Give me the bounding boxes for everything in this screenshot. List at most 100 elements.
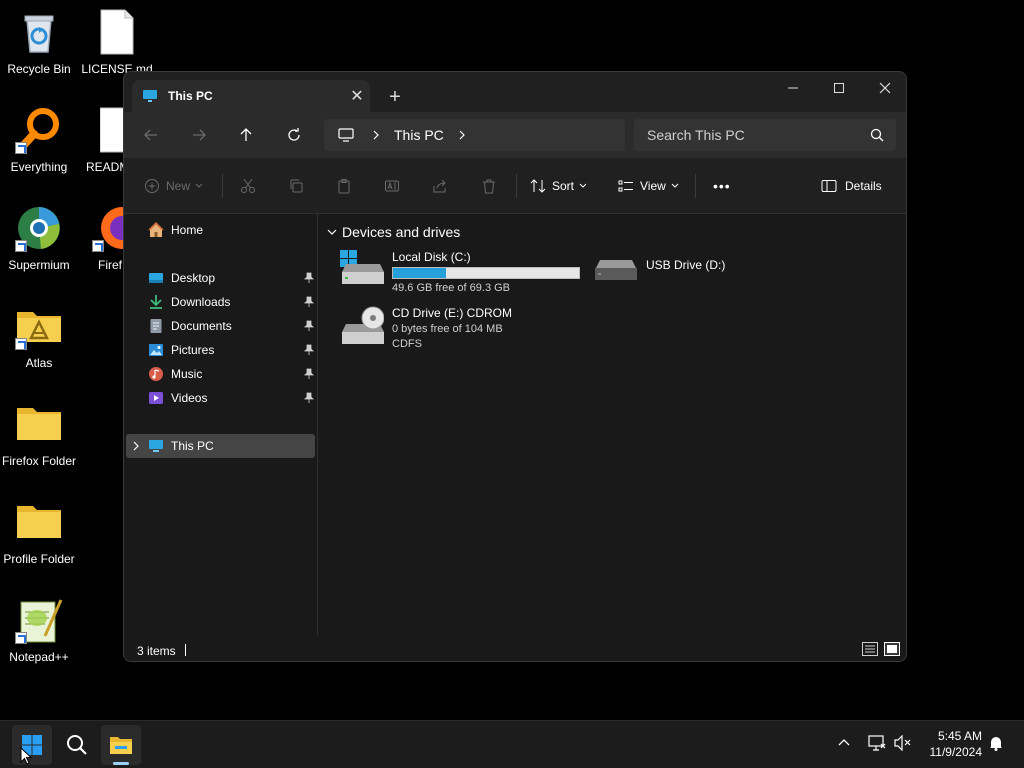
- minimize-button[interactable]: [770, 72, 816, 104]
- usb-drive-icon: [594, 256, 638, 286]
- tab-this-pc[interactable]: This PC ✕: [132, 80, 370, 112]
- navigation-bar: This PC: [124, 112, 906, 158]
- drive-item-usb-d[interactable]: USB Drive (D:): [594, 256, 725, 286]
- close-tab-button[interactable]: ✕: [344, 83, 370, 109]
- monitor-icon: [338, 128, 354, 142]
- share-button[interactable]: [432, 172, 448, 200]
- shortcut-arrow-icon: [15, 142, 27, 154]
- refresh-button[interactable]: [278, 120, 310, 150]
- maximize-button[interactable]: [816, 72, 862, 104]
- notification-bell-icon[interactable]: [988, 735, 1004, 751]
- address-bar[interactable]: This PC: [324, 119, 625, 151]
- chevron-down-icon: [671, 183, 679, 189]
- search-button[interactable]: [57, 725, 97, 765]
- status-divider: [185, 644, 186, 656]
- sidebar-item-label: This PC: [171, 439, 214, 453]
- running-indicator: [113, 762, 129, 765]
- desktop-icon-atlas[interactable]: Atlas: [0, 302, 79, 370]
- desktop-icon-everything[interactable]: Everything: [0, 106, 79, 174]
- recycle-bin-icon: [15, 8, 63, 56]
- shortcut-arrow-icon: [15, 240, 27, 252]
- monitor-icon: [142, 88, 158, 104]
- copy-icon: [288, 178, 304, 194]
- sidebar-item-music[interactable]: Music: [124, 362, 318, 386]
- drive-item-cd-e[interactable]: CD Drive (E:) CDROM 0 bytes free of 104 …: [340, 306, 512, 350]
- desktop-icon-supermium[interactable]: Supermium: [0, 204, 79, 272]
- supermium-browser-icon: [15, 204, 63, 252]
- sidebar-item-desktop[interactable]: Desktop: [124, 266, 318, 290]
- pin-icon: [304, 368, 314, 380]
- view-button[interactable]: View: [618, 172, 679, 200]
- close-window-button[interactable]: [862, 72, 906, 104]
- file-explorer-taskbar-button[interactable]: [101, 725, 141, 765]
- sidebar-item-pictures[interactable]: Pictures: [124, 338, 318, 362]
- drive-item-local-disk-c[interactable]: Local Disk (C:) 49.6 GB free of 69.3 GB: [340, 250, 580, 294]
- sidebar-item-this-pc[interactable]: This PC: [126, 434, 315, 458]
- details-pane-button[interactable]: Details: [821, 172, 882, 200]
- sidebar-item-downloads[interactable]: Downloads: [124, 290, 318, 314]
- delete-button[interactable]: [481, 172, 497, 200]
- documents-icon: [148, 318, 164, 334]
- back-button[interactable]: [135, 120, 167, 150]
- new-tab-button[interactable]: +: [382, 84, 408, 110]
- paste-button[interactable]: [336, 172, 352, 200]
- chevron-down-icon: [327, 228, 337, 236]
- clock[interactable]: 5:45 AM 11/9/2024: [930, 728, 983, 760]
- cd-drive-icon: [340, 306, 384, 350]
- copy-button[interactable]: [288, 172, 304, 200]
- large-icons-view-button[interactable]: [884, 642, 900, 656]
- desktop-icon-recycle-bin[interactable]: Recycle Bin: [0, 8, 79, 76]
- sort-button-label: Sort: [552, 179, 575, 193]
- tab-title: This PC: [168, 89, 213, 103]
- sidebar-item-label: Downloads: [171, 295, 231, 309]
- chevron-right-icon[interactable]: [372, 130, 380, 140]
- share-icon: [432, 178, 448, 194]
- view-button-label: View: [640, 179, 666, 193]
- sidebar-item-home[interactable]: Home: [124, 218, 318, 242]
- sidebar-item-videos[interactable]: Videos: [124, 386, 318, 410]
- desktop-icon-label: Recycle Bin: [7, 62, 71, 76]
- chevron-right-icon[interactable]: [458, 130, 466, 140]
- windows-drive-icon: [340, 250, 384, 294]
- more-options-button[interactable]: •••: [713, 172, 731, 200]
- new-button[interactable]: New: [144, 172, 203, 200]
- details-view-button[interactable]: [862, 642, 878, 656]
- navigation-pane: Home Desktop Downloads Documents Picture…: [124, 214, 318, 636]
- network-icon[interactable]: [868, 735, 886, 751]
- pin-icon: [304, 272, 314, 284]
- toolbar-divider: [222, 174, 223, 198]
- volume-muted-icon[interactable]: [894, 735, 912, 751]
- pin-icon: [304, 392, 314, 404]
- forward-button[interactable]: [183, 120, 215, 150]
- toolbar-divider: [516, 174, 517, 198]
- desktop-icon-license[interactable]: LICENSE.md: [77, 8, 157, 76]
- scissors-icon: [240, 178, 256, 194]
- content-area: Devices and drives Local Disk (C:) 49.6 …: [319, 214, 906, 636]
- drive-usage-fill: [393, 268, 446, 278]
- music-icon: [148, 366, 164, 382]
- desktop-icon-notepadpp[interactable]: Notepad++: [0, 596, 79, 664]
- group-header-devices[interactable]: Devices and drives: [327, 224, 460, 240]
- search-input[interactable]: [647, 127, 857, 143]
- sidebar-item-documents[interactable]: Documents: [124, 314, 318, 338]
- details-pane-icon: [821, 179, 837, 193]
- videos-icon: [148, 390, 164, 406]
- drive-name: CD Drive (E:) CDROM: [392, 306, 512, 320]
- up-button[interactable]: [230, 120, 262, 150]
- plus-circle-icon: [144, 178, 160, 194]
- cut-button[interactable]: [240, 172, 256, 200]
- desktop-icon-profile-folder[interactable]: Profile Folder: [0, 498, 79, 566]
- status-bar: 3 items: [124, 636, 906, 661]
- show-hidden-icons-button[interactable]: [837, 735, 851, 749]
- pin-icon: [304, 320, 314, 332]
- rename-button[interactable]: [384, 172, 400, 200]
- sort-button[interactable]: Sort: [530, 172, 587, 200]
- taskbar: 5:45 AM 11/9/2024: [0, 720, 1024, 768]
- search-box[interactable]: [634, 119, 896, 151]
- shortcut-arrow-icon: [15, 338, 27, 350]
- chevron-right-icon[interactable]: [132, 441, 146, 451]
- sidebar-item-label: Videos: [171, 391, 208, 405]
- breadcrumb-this-pc[interactable]: This PC: [394, 127, 444, 143]
- desktop-icon-firefox-folder[interactable]: Firefox Folder: [0, 400, 79, 468]
- start-button[interactable]: [12, 725, 52, 765]
